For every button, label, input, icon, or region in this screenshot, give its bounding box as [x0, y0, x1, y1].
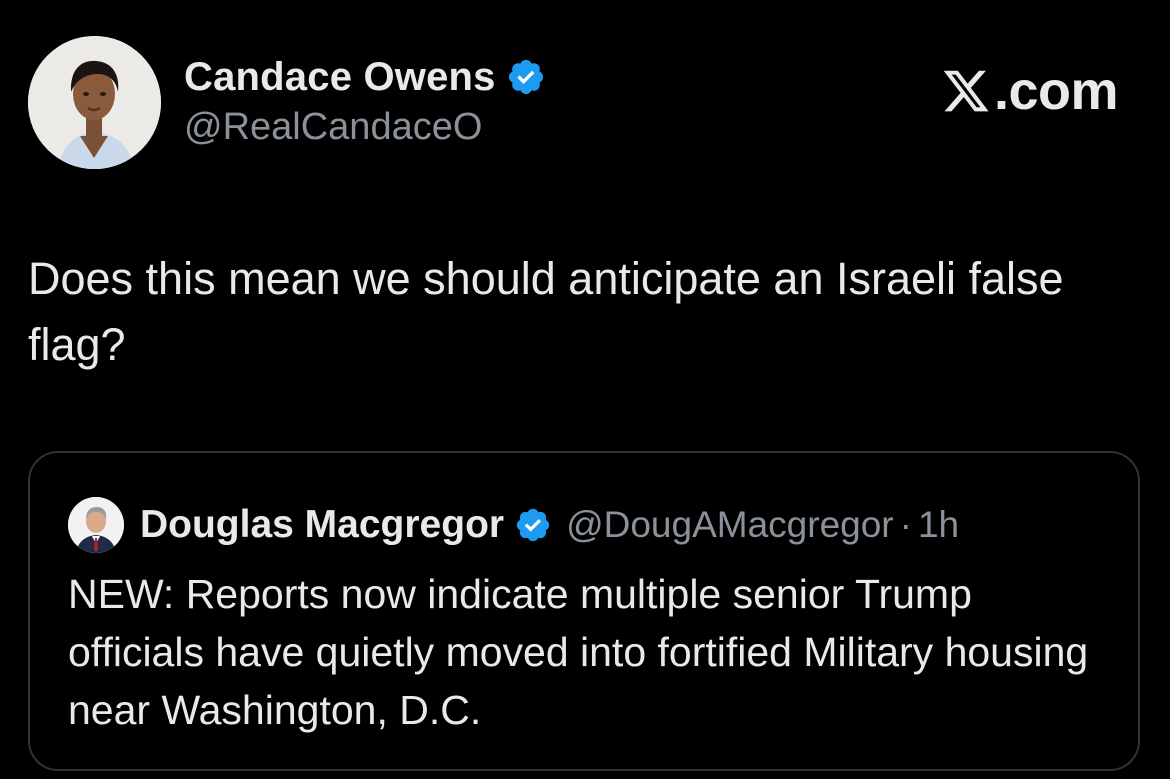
avatar-photo-woman: [28, 36, 161, 169]
quoted-post-timestamp[interactable]: 1h: [918, 504, 959, 546]
x-logo-icon: [940, 66, 992, 116]
verified-badge-icon: [514, 506, 552, 544]
post-header: Candace Owens @RealCandaceO .com: [28, 36, 1142, 176]
separator-dot: ·: [899, 504, 912, 545]
brand-domain-suffix: .com: [993, 61, 1119, 121]
author-avatar[interactable]: [28, 36, 161, 169]
quoted-author-avatar[interactable]: [68, 497, 124, 553]
display-name-row: Candace Owens: [184, 52, 546, 102]
author-handle[interactable]: @RealCandaceO: [184, 106, 546, 149]
quoted-author-display-name[interactable]: Douglas Macgregor: [140, 503, 504, 547]
quoted-author-handle[interactable]: @DougAMacgregor: [566, 504, 894, 546]
quoted-post-text: NEW: Reports now indicate multiple senio…: [68, 571, 1089, 733]
avatar-photo-man: [68, 497, 124, 553]
post-text: Does this mean we should anticipate an I…: [28, 253, 1064, 370]
verified-badge-icon: [506, 57, 546, 97]
author-display-name[interactable]: Candace Owens: [184, 55, 496, 100]
quoted-post-card[interactable]: Douglas Macgregor @DougAMacgregor · 1h N…: [28, 451, 1140, 771]
quoted-post-header: Douglas Macgregor @DougAMacgregor · 1h: [68, 497, 959, 553]
x-brand-watermark: .com: [940, 60, 1119, 122]
author-name-block: Candace Owens @RealCandaceO: [184, 52, 546, 149]
